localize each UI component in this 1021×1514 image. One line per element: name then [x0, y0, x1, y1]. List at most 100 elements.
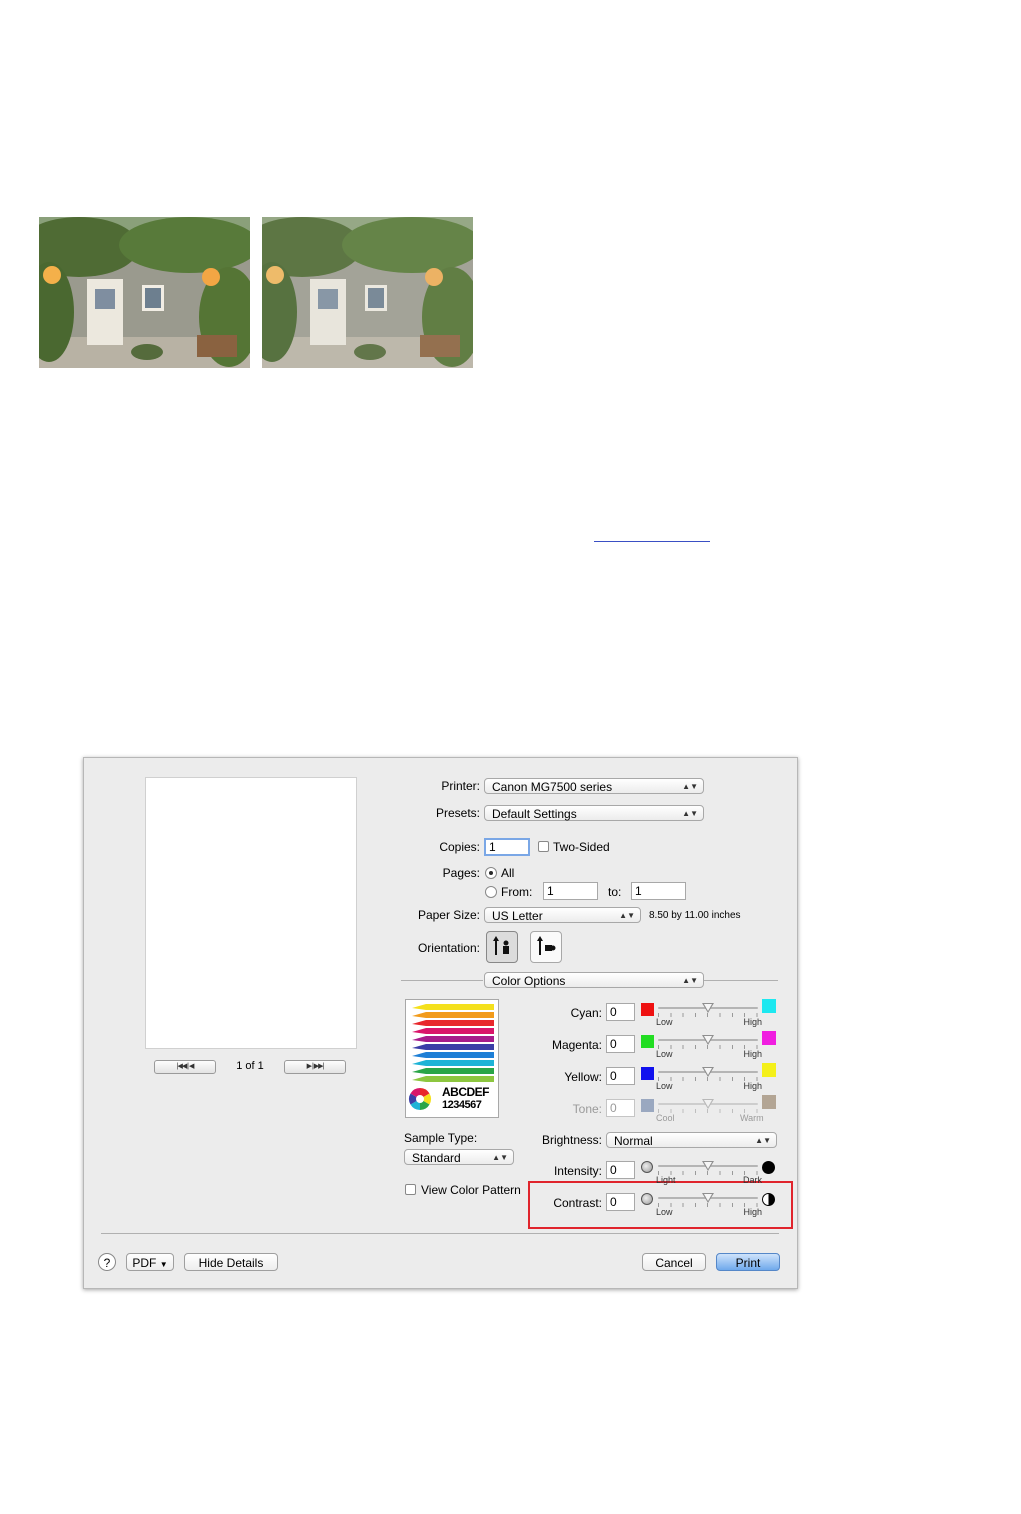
intensity-value-field[interactable]: 0: [606, 1161, 635, 1179]
yellow-label: Yellow:: [564, 1070, 602, 1084]
printer-popup[interactable]: Canon MG7500 series ▲▼: [484, 778, 704, 794]
magenta-label: Magenta:: [551, 1038, 602, 1052]
page-indicator: 1 of 1: [236, 1060, 264, 1072]
cyan-slider[interactable]: [658, 1003, 758, 1017]
cyan-high-label: High: [743, 1017, 762, 1027]
thumbnail-text-letters: ABCDEF: [442, 1085, 490, 1099]
portrait-orientation-button[interactable]: [486, 931, 518, 963]
tone-high-label: Warm: [740, 1113, 764, 1123]
yellow-low-label: Low: [656, 1081, 673, 1091]
magenta-low-label: Low: [656, 1049, 673, 1059]
intensity-low-label: Light: [656, 1175, 676, 1185]
portrait-icon: [493, 936, 509, 955]
intensity-label: Intensity:: [553, 1164, 602, 1178]
sample-type-popup[interactable]: Standard ▲▼: [404, 1149, 514, 1165]
yellow-high-swatch: [762, 1063, 776, 1077]
brightness-popup[interactable]: Normal ▲▼: [606, 1132, 777, 1148]
brightness-value: Normal: [614, 1134, 653, 1148]
hide-details-button[interactable]: Hide Details: [184, 1253, 278, 1271]
footer-divider: [101, 1233, 779, 1234]
contrast-label: Contrast:: [553, 1196, 602, 1210]
section-popup[interactable]: Color Options ▲▼: [484, 972, 704, 988]
presets-label: Presets:: [435, 806, 480, 820]
section-value: Color Options: [492, 974, 566, 988]
pages-label: Pages:: [442, 866, 480, 880]
yellow-value-field[interactable]: 0: [606, 1067, 635, 1085]
pages-all-radio[interactable]: [485, 867, 497, 879]
view-color-pattern-label: View Color Pattern: [421, 1183, 521, 1197]
pages-all-label: All: [501, 866, 515, 880]
pages-from-radio[interactable]: [485, 886, 497, 898]
next-last-page-buttons[interactable]: ▶ | ▶▶|: [284, 1060, 346, 1074]
landscape-orientation-button[interactable]: [530, 931, 562, 963]
copies-field[interactable]: 1: [484, 838, 530, 856]
tone-high-swatch: [762, 1095, 776, 1109]
presets-popup[interactable]: Default Settings ▲▼: [484, 805, 704, 821]
thumbnail-text-numbers: 1234567: [442, 1099, 482, 1111]
updown-arrows-icon: ▲▼: [755, 1136, 771, 1145]
copies-label: Copies:: [439, 840, 480, 854]
color-sample-thumbnail: ABCDEF 1234567: [405, 999, 499, 1118]
pdf-label: PDF: [132, 1256, 157, 1270]
section-divider-right: [704, 980, 778, 981]
tone-value-field: 0: [606, 1099, 635, 1117]
help-button[interactable]: ?: [98, 1253, 116, 1271]
paper-size-value: US Letter: [492, 909, 543, 923]
cyan-high-swatch: [762, 999, 776, 1013]
paper-dimensions: 8.50 by 11.00 inches: [649, 910, 741, 921]
print-button[interactable]: Print: [716, 1253, 780, 1271]
cyan-label: Cyan:: [570, 1006, 602, 1020]
slider-thumb[interactable]: [702, 1003, 714, 1013]
slider-thumb[interactable]: [702, 1035, 714, 1045]
section-divider-left: [401, 980, 483, 981]
tone-low-swatch: [641, 1099, 654, 1112]
tone-low-label: Cool: [656, 1113, 675, 1123]
slider-thumb[interactable]: [702, 1067, 714, 1077]
cancel-button[interactable]: Cancel: [642, 1253, 706, 1271]
first-prev-page-buttons[interactable]: |◀◀ | ◀: [154, 1060, 216, 1074]
landscape-icon: [537, 936, 556, 955]
slider-thumb[interactable]: [702, 1193, 714, 1203]
magenta-slider[interactable]: [658, 1035, 758, 1049]
sample-type-value: Standard: [412, 1151, 461, 1165]
pdf-menu-button[interactable]: PDF ▼: [126, 1253, 174, 1271]
link-underline[interactable]: [594, 541, 710, 542]
tone-slider: [658, 1099, 758, 1113]
contrast-slider[interactable]: [658, 1193, 758, 1207]
dropdown-arrow-icon: ▼: [159, 1260, 168, 1269]
yellow-high-label: High: [743, 1081, 762, 1091]
magenta-high-label: High: [743, 1049, 762, 1059]
updown-arrows-icon: ▲▼: [682, 809, 698, 818]
slider-thumb: [702, 1099, 714, 1109]
paper-size-popup[interactable]: US Letter ▲▼: [484, 907, 641, 923]
updown-arrows-icon: ▲▼: [682, 976, 698, 985]
sample-type-label: Sample Type:: [404, 1131, 478, 1145]
print-dialog: |◀◀ | ◀ 1 of 1 ▶ | ▶▶| Printer: Canon MG…: [83, 757, 798, 1289]
contrast-high-label: High: [743, 1207, 762, 1217]
cyan-low-label: Low: [656, 1017, 673, 1027]
updown-arrows-icon: ▲▼: [682, 782, 698, 791]
printer-label: Printer:: [441, 779, 480, 793]
yellow-slider[interactable]: [658, 1067, 758, 1081]
intensity-slider[interactable]: [658, 1161, 758, 1175]
brightness-label: Brightness:: [541, 1133, 602, 1147]
intensity-high-label: Dark: [742, 1175, 762, 1185]
sample-photo-after: [262, 217, 473, 368]
page-preview: [145, 777, 357, 1049]
pages-from-field[interactable]: 1: [543, 882, 598, 900]
yellow-low-swatch: [641, 1067, 654, 1080]
paper-size-label: Paper Size:: [417, 908, 480, 922]
magenta-value-field[interactable]: 0: [606, 1035, 635, 1053]
pages-to-field[interactable]: 1: [631, 882, 686, 900]
tone-label: Tone:: [572, 1102, 602, 1116]
magenta-high-swatch: [762, 1031, 776, 1045]
cyan-low-swatch: [641, 1003, 654, 1016]
slider-thumb[interactable]: [702, 1161, 714, 1171]
two-sided-checkbox[interactable]: [538, 841, 549, 852]
updown-arrows-icon: ▲▼: [619, 911, 635, 920]
view-color-pattern-checkbox[interactable]: [405, 1184, 416, 1195]
pages-from-label: From:: [501, 885, 533, 899]
printer-value: Canon MG7500 series: [492, 780, 613, 794]
contrast-value-field[interactable]: 0: [606, 1193, 635, 1211]
cyan-value-field[interactable]: 0: [606, 1003, 635, 1021]
